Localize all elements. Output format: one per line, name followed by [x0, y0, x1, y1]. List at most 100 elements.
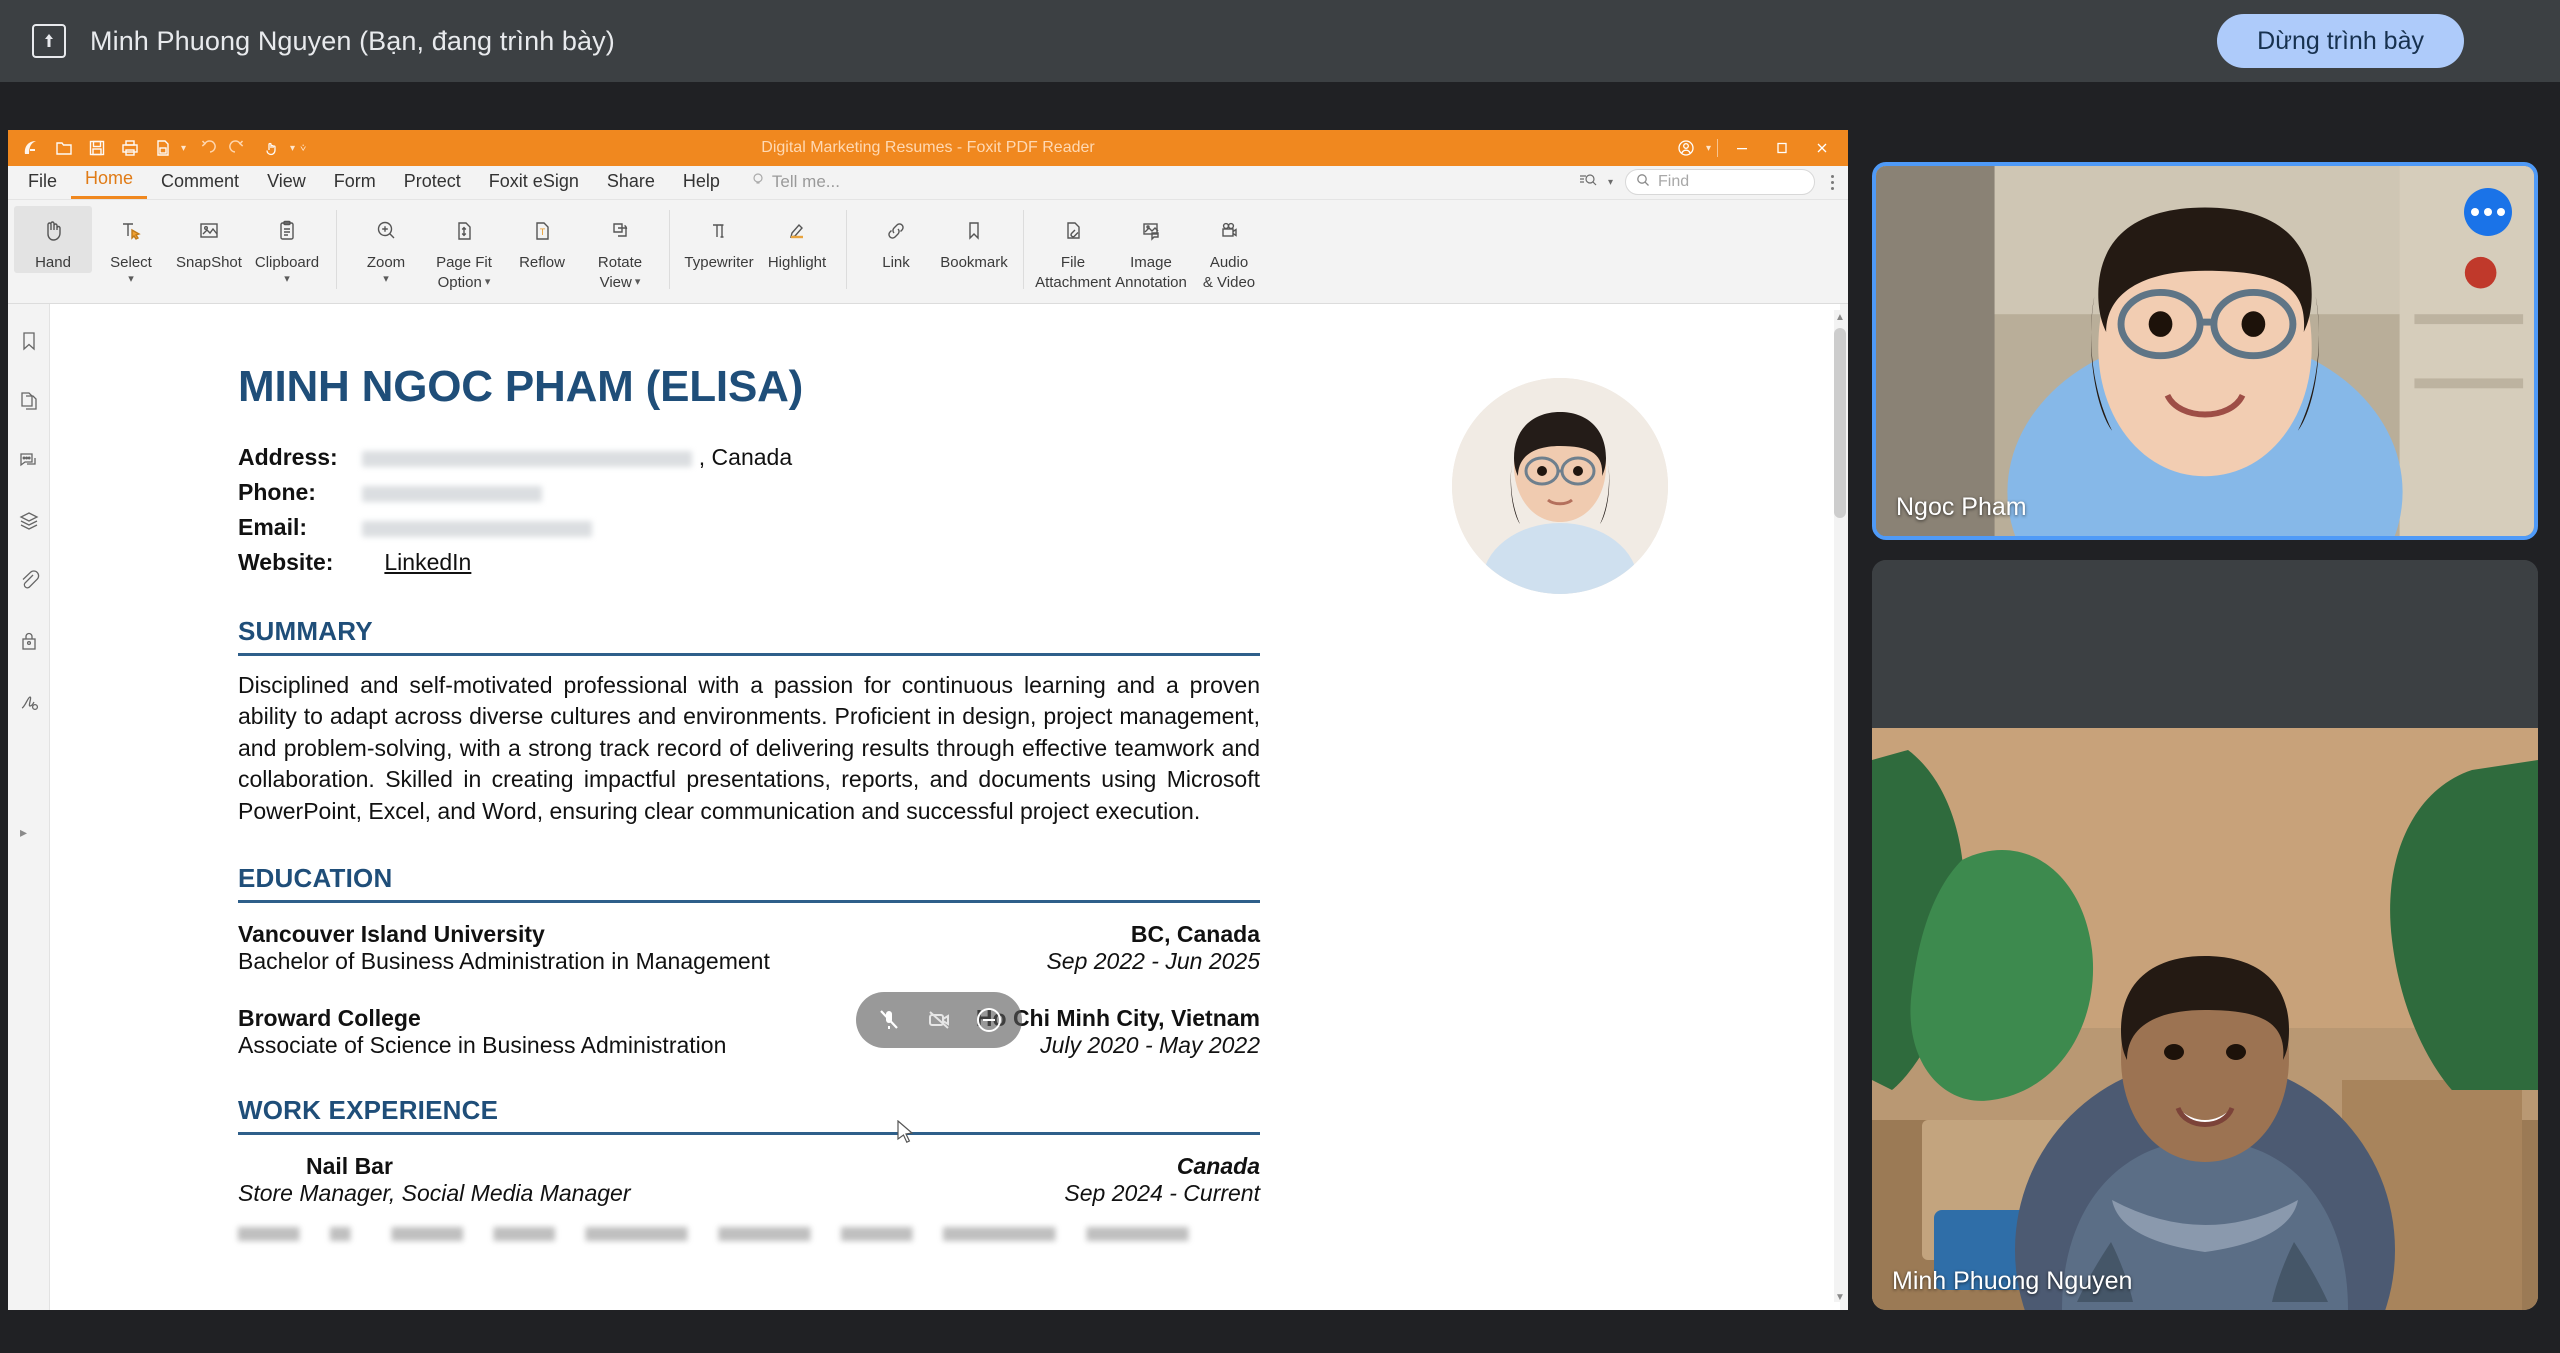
participant-video-ngoc-pham — [1876, 166, 2534, 536]
find-input[interactable]: Find — [1625, 169, 1815, 195]
pdf-page-canvas[interactable]: MINH NGOC PHAM (ELISA) Address: , Canada… — [50, 304, 1848, 1310]
mic-off-icon[interactable] — [869, 1000, 909, 1040]
print-icon[interactable] — [115, 134, 145, 162]
minimize-icon[interactable] — [1722, 133, 1762, 163]
meet-presentation-topbar: Minh Phuong Nguyen (Bạn, đang trình bày)… — [0, 0, 2560, 82]
ribbon-image-annotation-button[interactable]: Image Annotation — [1112, 206, 1190, 294]
floating-meet-controls[interactable] — [856, 992, 1022, 1048]
view-settings-icon[interactable] — [1578, 171, 1598, 194]
linkedin-link[interactable]: LinkedIn — [362, 549, 471, 575]
hand-tool-caret-icon[interactable]: ▾ — [290, 143, 297, 154]
customize-qat-icon[interactable]: ⩒ — [300, 143, 308, 154]
menu-view[interactable]: View — [253, 167, 320, 199]
ribbon-snapshot-button[interactable]: SnapShot — [170, 206, 248, 273]
ribbon-rotate-view-button[interactable]: Rotate View ▾ — [581, 206, 659, 294]
maximize-icon[interactable] — [1762, 133, 1802, 163]
contact-label-address: Address: — [238, 444, 338, 470]
shared-screen-region[interactable]: ▾ ▾ ⩒ Digital Marketing Resumes - Foxit … — [8, 130, 1848, 1310]
ribbon-hand-button[interactable]: Hand — [14, 206, 92, 274]
clipboard-icon — [272, 211, 302, 251]
menu-form[interactable]: Form — [320, 167, 390, 199]
redacted-phone-value — [362, 485, 543, 502]
account-caret-icon[interactable]: ▾ — [1706, 143, 1713, 154]
save-icon[interactable] — [82, 134, 112, 162]
ribbon-link-label: Link — [882, 254, 910, 271]
ribbon-bookmark-button[interactable]: Bookmark — [935, 206, 1013, 273]
view-settings-caret-icon[interactable]: ▾ — [1608, 177, 1615, 188]
attachments-panel-icon[interactable] — [14, 566, 44, 596]
screen-root: Minh Phuong Nguyen (Bạn, đang trình bày)… — [0, 0, 2560, 1353]
ribbon-page-fit-button[interactable]: Page Fit Option ▾ — [425, 206, 503, 294]
stop-presenting-button[interactable]: Dừng trình bày — [2217, 14, 2464, 68]
ribbon-group-annotate: Typewriter Highlight — [680, 206, 836, 273]
participant-tile-minh-phuong-nguyen[interactable]: Minh Phuong Nguyen — [1872, 560, 2538, 1310]
pdf-page-1: MINH NGOC PHAM (ELISA) Address: , Canada… — [50, 304, 1840, 1310]
chevron-down-icon[interactable]: ▾ — [635, 277, 641, 288]
audio-video-icon — [1214, 211, 1244, 251]
account-icon[interactable] — [1666, 133, 1706, 163]
ribbon-audio-video-button[interactable]: Audio & Video — [1190, 206, 1268, 294]
redacted-address-value — [362, 450, 693, 467]
education-school-1: Vancouver Island University — [238, 921, 545, 948]
participant-tile-ngoc-pham[interactable]: Ngoc Pham — [1872, 162, 2538, 540]
menu-file[interactable]: File — [14, 167, 71, 199]
expand-navigation-panel-icon[interactable]: ▸ — [20, 824, 27, 841]
chevron-down-icon[interactable]: ▾ — [128, 274, 134, 285]
ribbon-bookmark-label: Bookmark — [940, 254, 1008, 271]
select-text-icon — [116, 211, 146, 251]
menu-share[interactable]: Share — [593, 167, 669, 199]
ribbon-group-view: Zoom ▾ Page Fit Option ▾ T Reflow Rotate… — [347, 206, 659, 294]
redacted-email-value — [362, 520, 593, 537]
undo-icon[interactable] — [191, 134, 221, 162]
ribbon-image-annotation-label: Image — [1130, 254, 1172, 271]
tell-me-search[interactable]: Tell me... — [734, 167, 850, 199]
menu-help[interactable]: Help — [669, 167, 734, 199]
pages-panel-icon[interactable] — [14, 386, 44, 416]
tile-more-options-button[interactable] — [2464, 188, 2512, 236]
ribbon-rotate-view-label: Rotate — [597, 254, 643, 271]
redo-icon[interactable] — [224, 134, 254, 162]
ribbon-highlight-button[interactable]: Highlight — [758, 206, 836, 273]
menu-protect[interactable]: Protect — [390, 167, 475, 199]
ribbon-clipboard-button[interactable]: Clipboard ▾ — [248, 206, 326, 287]
scroll-up-icon[interactable]: ▲ — [1834, 310, 1846, 324]
scroll-down-icon[interactable]: ▼ — [1834, 1290, 1846, 1304]
chevron-down-icon[interactable]: ▾ — [284, 274, 290, 285]
chevron-down-icon[interactable]: ▾ — [383, 274, 389, 285]
security-panel-icon[interactable] — [14, 626, 44, 656]
ribbon-reflow-button[interactable]: T Reflow — [503, 206, 581, 273]
comments-panel-icon[interactable] — [14, 446, 44, 476]
pdf-scrollbar-thumb[interactable] — [1834, 328, 1846, 518]
bookmark-panel-icon[interactable] — [14, 326, 44, 356]
more-commands-icon[interactable] — [1825, 174, 1840, 190]
chevron-down-icon[interactable]: ▾ — [485, 277, 491, 288]
close-icon[interactable] — [1802, 133, 1842, 163]
education-degree-1: Bachelor of Business Administration in M… — [238, 948, 770, 975]
search-icon — [1636, 173, 1650, 192]
hand-tool-icon[interactable] — [257, 134, 287, 162]
work-experience-rule — [238, 1132, 1260, 1136]
open-folder-icon[interactable] — [49, 134, 79, 162]
signature-panel-icon[interactable] — [14, 686, 44, 716]
menu-comment[interactable]: Comment — [147, 167, 253, 199]
ribbon-link-button[interactable]: Link — [857, 206, 935, 273]
save-as-icon[interactable] — [148, 134, 178, 162]
hand-icon — [38, 211, 68, 251]
rotate-view-icon — [605, 211, 635, 251]
ribbon-zoom-button[interactable]: Zoom ▾ — [347, 206, 425, 287]
ribbon-group-media: File Attachment Image Annotation Audio &… — [1034, 206, 1268, 294]
ribbon-typewriter-button[interactable]: Typewriter — [680, 206, 758, 273]
summary-rule — [238, 652, 1260, 656]
menu-home[interactable]: Home — [71, 164, 148, 199]
menu-foxit-esign[interactable]: Foxit eSign — [475, 167, 593, 199]
camera-off-icon[interactable] — [919, 1000, 959, 1040]
work-entry-1-line1: Nail Bar Canada — [238, 1153, 1260, 1180]
ribbon-select-button[interactable]: Select ▾ — [92, 206, 170, 287]
work-entry-1-line2: Store Manager, Social Media Manager Sep … — [238, 1180, 1260, 1207]
save-as-caret-icon[interactable]: ▾ — [181, 143, 188, 154]
layers-panel-icon[interactable] — [14, 506, 44, 536]
meet-presentation-title: Minh Phuong Nguyen (Bạn, đang trình bày) — [90, 25, 615, 56]
foxit-logo-icon[interactable] — [16, 134, 46, 162]
ribbon-file-attachment-button[interactable]: File Attachment — [1034, 206, 1112, 294]
stop-presenting-circle-icon[interactable] — [969, 1000, 1009, 1040]
